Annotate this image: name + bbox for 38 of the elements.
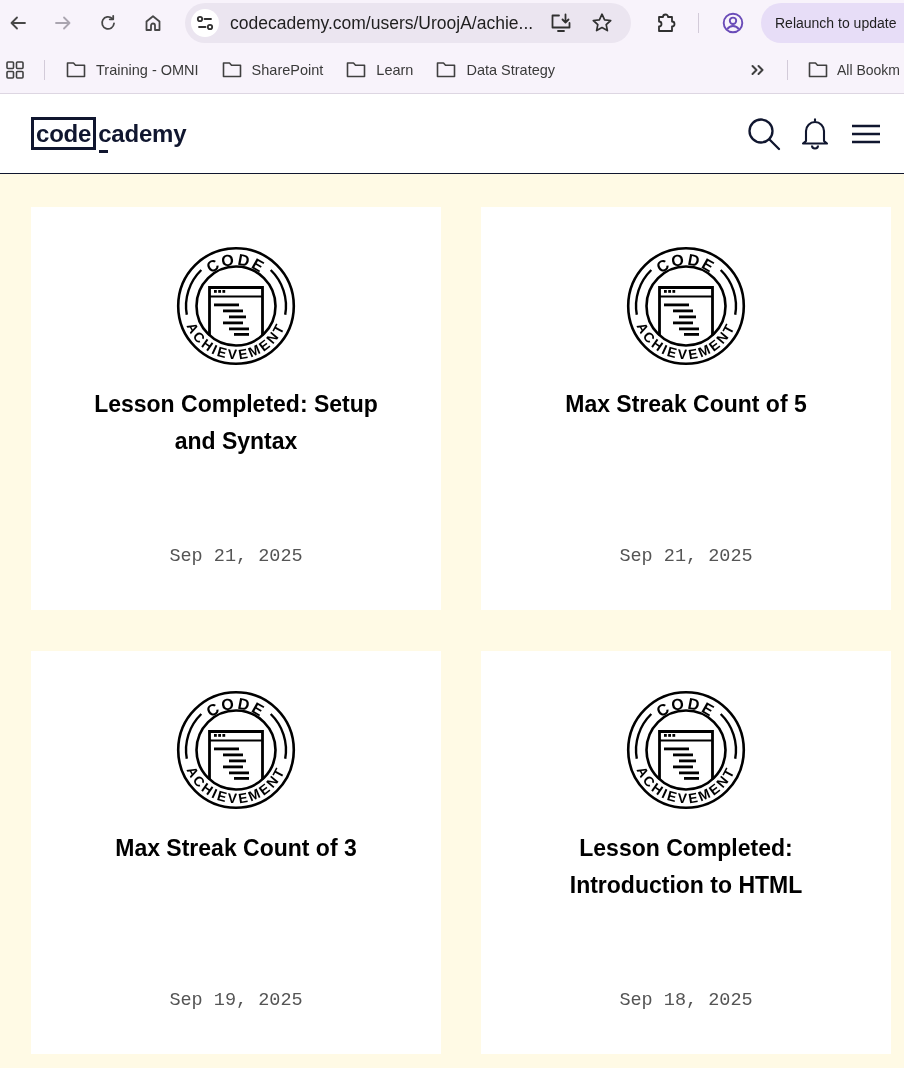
folder-icon [436, 61, 457, 78]
double-chevron-icon[interactable] [750, 63, 764, 76]
badge-text: CODE [653, 250, 719, 277]
star-icon[interactable] [591, 12, 613, 34]
achievement-date: Sep 21, 2025 [619, 546, 753, 568]
download-monitor-icon[interactable] [550, 12, 572, 34]
menu-icon[interactable] [852, 123, 880, 144]
relaunch-button[interactable]: Relaunch to update [761, 3, 904, 43]
home-icon [143, 13, 163, 33]
achievement-title: Lesson Completed: Setup and Syntax [93, 390, 379, 456]
achievement-title: Max Streak Count of 3 [115, 834, 357, 863]
address-bar[interactable]: codecademy.com/users/UroojA/achie... [185, 3, 631, 43]
badge-text: CODE [203, 694, 269, 721]
bell-icon[interactable] [801, 117, 829, 150]
achievement-date: Sep 21, 2025 [169, 546, 303, 568]
search-icon[interactable] [747, 116, 781, 151]
site-logo[interactable]: code cademy [31, 117, 187, 150]
url-text: codecademy.com/users/UroojA/achie... [230, 12, 535, 34]
bookmark-folder[interactable]: Training - OMNI [66, 61, 199, 78]
bookmark-folder[interactable]: Learn [346, 61, 414, 78]
puzzle-icon[interactable] [655, 12, 677, 34]
apps-grid-icon[interactable] [6, 60, 24, 79]
bookmark-folder[interactable]: All Bookm [807, 61, 900, 78]
badge-text: CODE [653, 694, 719, 721]
bookmark-folder[interactable]: Data Strategy [436, 61, 556, 78]
achievement-date: Sep 19, 2025 [169, 990, 303, 1012]
sliders-icon[interactable] [191, 9, 219, 37]
achievement-date: Sep 18, 2025 [619, 990, 753, 1012]
folder-icon [807, 61, 828, 78]
folder-icon [221, 61, 242, 78]
folder-icon [346, 61, 367, 78]
reload-icon [98, 13, 118, 33]
folder-icon [66, 61, 86, 78]
profile-icon[interactable] [722, 12, 744, 34]
achievement-title: Max Streak Count of 5 [565, 390, 807, 419]
bookmark-folder[interactable]: SharePoint [221, 61, 324, 78]
badge-text: CODE [203, 250, 269, 277]
achievement-title: Lesson Completed: Introduction to HTML [568, 834, 804, 900]
